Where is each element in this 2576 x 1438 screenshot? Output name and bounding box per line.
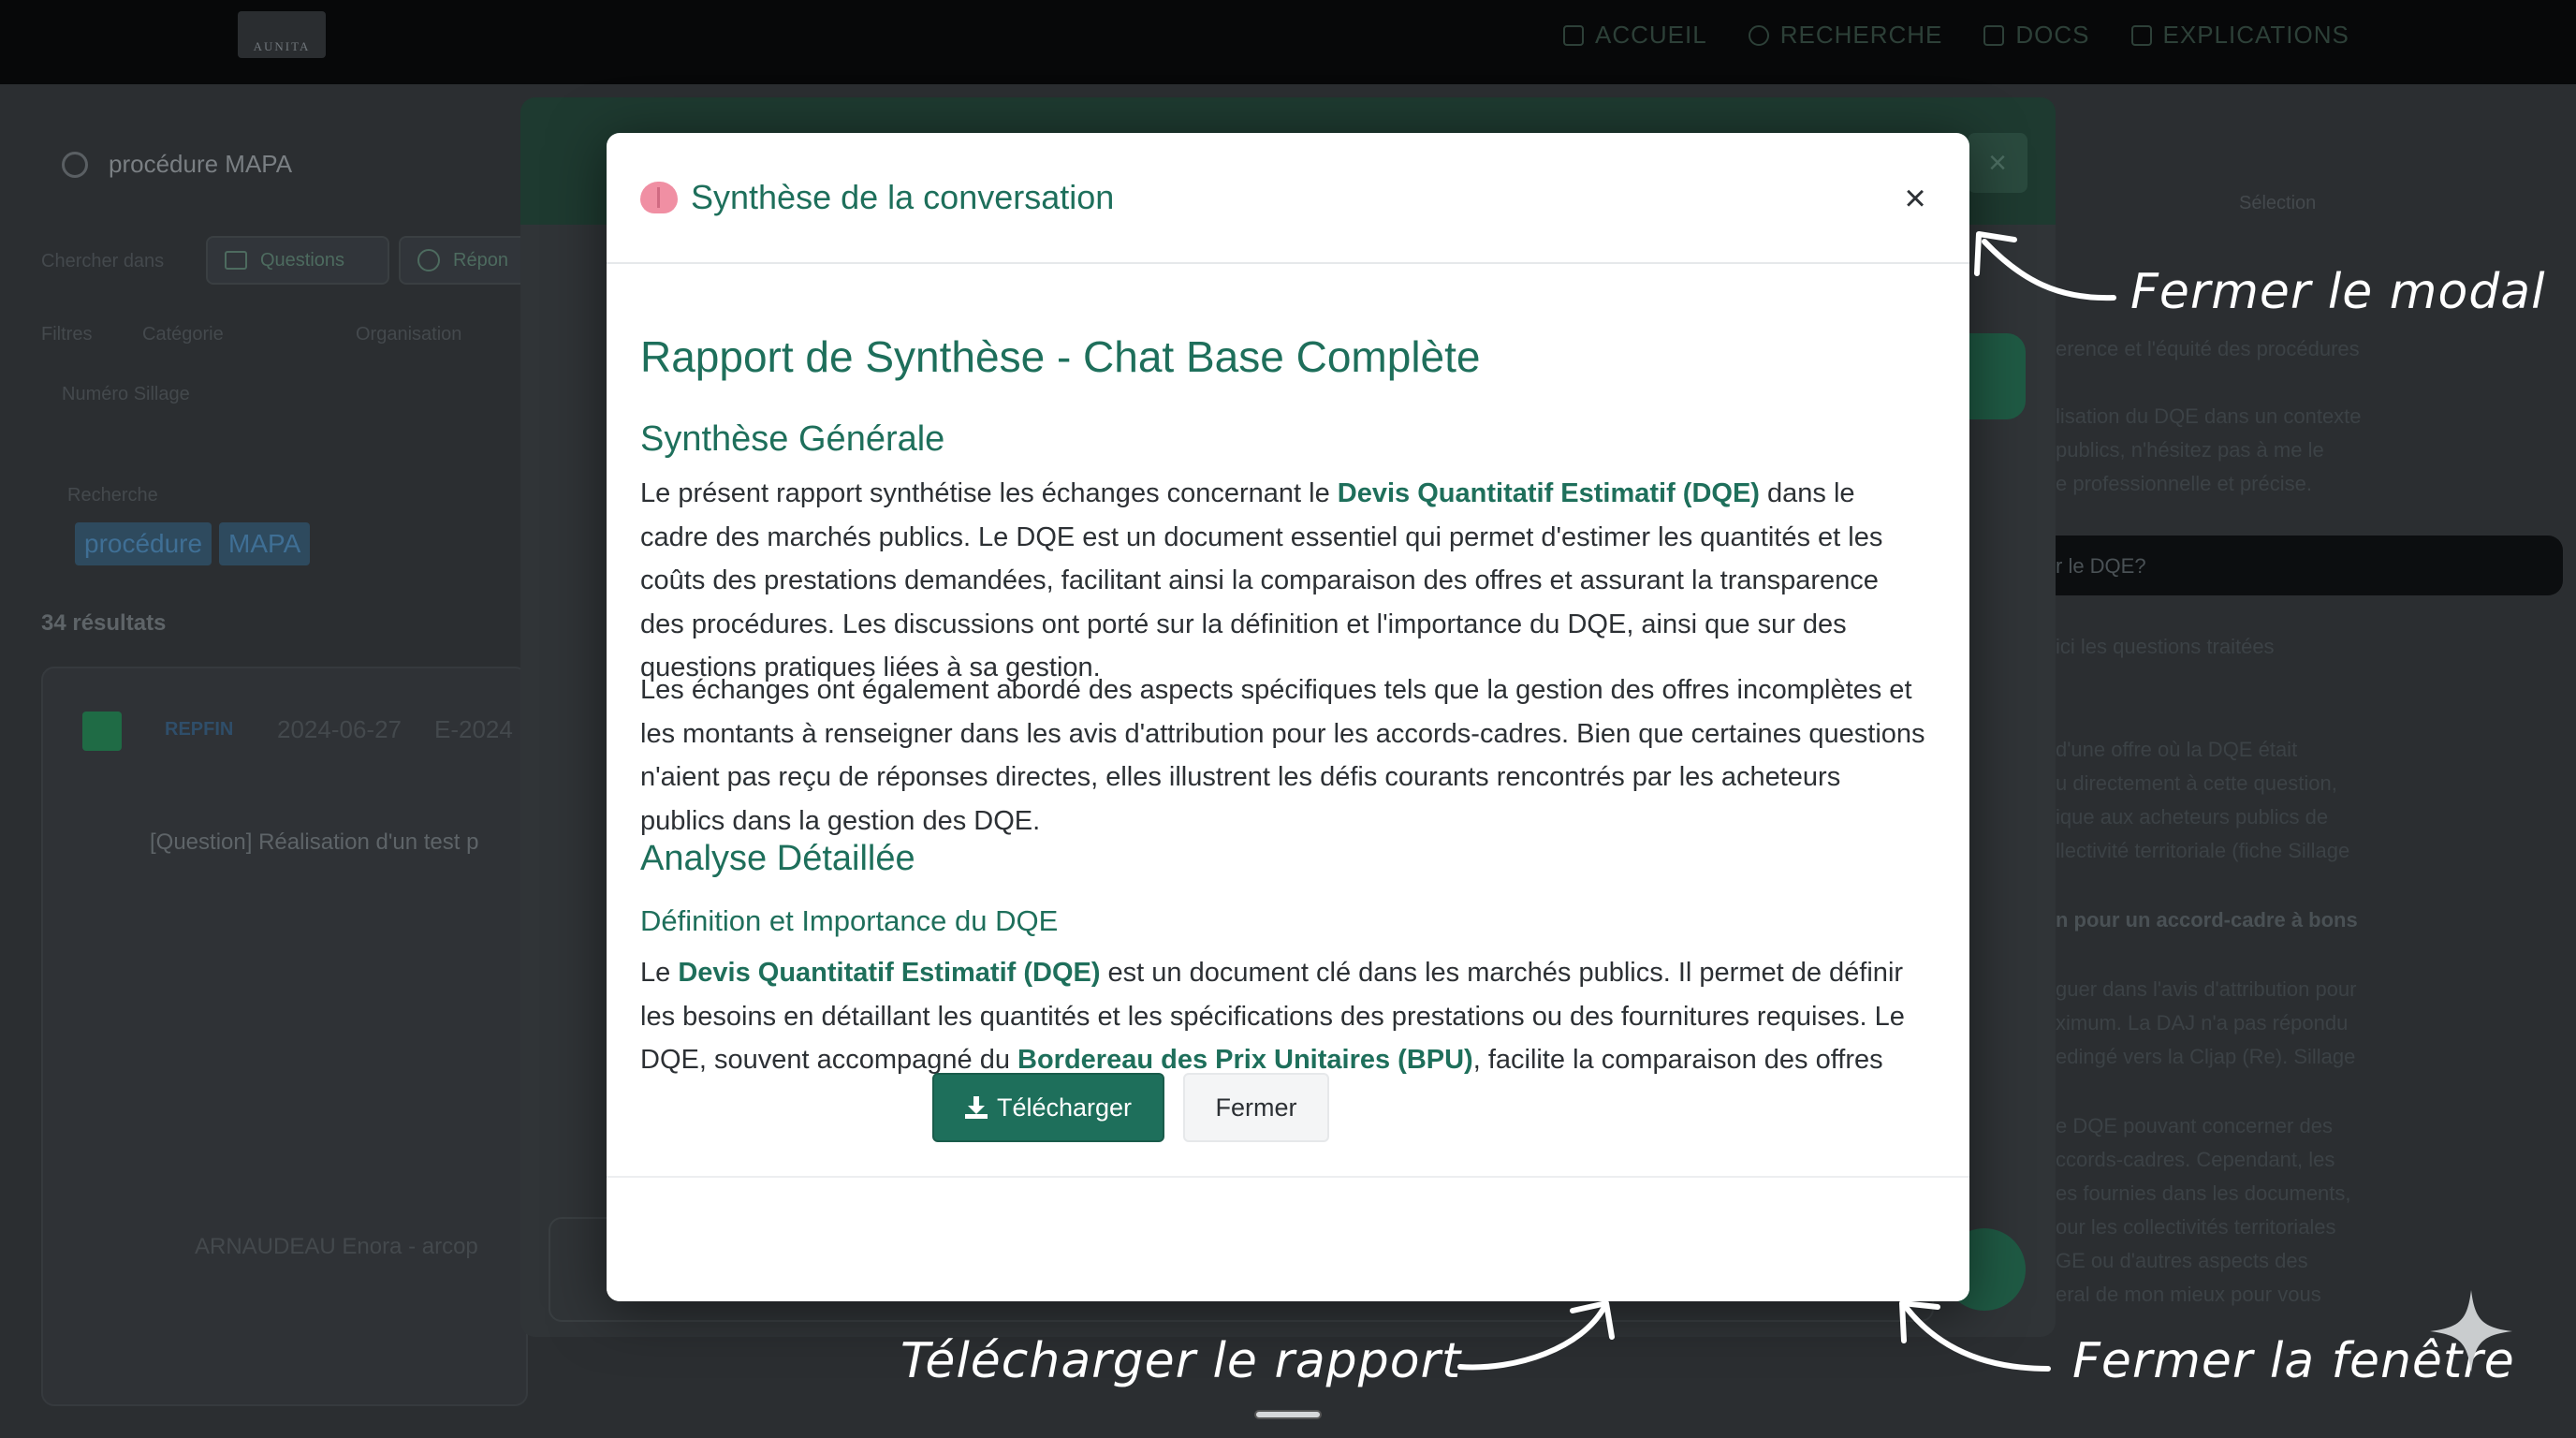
annotation-close-modal: Fermer le modal [2130,264,2546,320]
right-text-line: ici les questions traitées [2056,635,2275,658]
modal-footer [607,1176,1969,1301]
right-text-line: guer dans l'avis d'attribution pour [2056,977,2357,1001]
download-button[interactable]: Télécharger [932,1073,1164,1142]
right-text-line: e DQE pouvant concerner des [2056,1114,2333,1137]
brain-icon [640,182,678,213]
download-icon [964,1096,988,1119]
main-nav: ACCUEIL RECHERCHE DOCS EXPLICATIONS [1563,21,2349,50]
chat-dialog-close-button[interactable]: × [1968,133,2027,193]
search-label: Recherche [67,485,158,506]
result-card[interactable] [41,667,528,1406]
annotation-download-report: Télécharger le rapport [900,1333,1462,1389]
section-synthese-generale: Synthèse Générale [640,419,945,459]
filters-label: Filtres [41,324,93,345]
right-text-line: erence et l'équité des procédures [2056,337,2360,360]
right-text-line: edingé vers la Cljap (Re). Sillage [2056,1045,2356,1068]
modal-body[interactable]: Rapport de Synthèse - Chat Base Complète… [640,264,1932,1301]
book-icon [2130,24,2152,46]
report-title: Rapport de Synthèse - Chat Base Complète [640,332,1481,381]
home-indicator [1254,1410,1322,1419]
right-text-line: ccords-cadres. Cependant, les [2056,1148,2335,1171]
right-text-line: our les collectivités territoriales [2056,1215,2336,1239]
paragraph-3: Le Devis Quantitatif Estimatif (DQE) est… [640,958,1905,1075]
right-text-line: d'une offre où la DQE était [2056,738,2298,761]
bubble-icon [417,249,440,271]
sparkle-icon [2430,1290,2512,1372]
modal-title: Synthèse de la conversation [691,178,1115,216]
subsection-definition-dqe: Définition et Importance du DQE [640,904,1059,937]
modal-close-button[interactable]: × [1895,178,1936,219]
card-source: REPFIN [165,719,234,740]
nav-docs[interactable]: DOCS [1983,21,2089,50]
section-analyse-detaillee: Analyse Détaillée [640,839,915,878]
card-author: ARNAUDEAU Enora - arcop [195,1234,478,1259]
home-icon [1563,24,1584,46]
selection-label[interactable]: Sélection [2239,193,2316,214]
close-button[interactable]: Fermer [1183,1073,1329,1142]
nav-explications[interactable]: EXPLICATIONS [2130,21,2349,50]
right-text-line: publics, n'hésitez pas à me le [2056,438,2324,462]
right-text-line: es fournies dans les documents, [2056,1181,2351,1205]
right-text-line: r le DQE? [2056,554,2146,578]
right-text-line: e professionnelle et précise. [2056,472,2312,495]
right-text-line: eral de mon mieux pour vous [2056,1283,2321,1306]
card-date: 2024-06-27 [277,715,402,743]
right-text-line: ximum. La DAJ n'a pas répondu [2056,1011,2349,1034]
right-text-line: llectivité territoriale (fiche Sillage [2056,839,2350,862]
chip-reponses[interactable]: Répon [399,236,530,285]
filter-sillage[interactable]: Numéro Sillage [62,384,190,405]
document-icon [1983,24,2005,46]
right-text-line: ique aux acheteurs publics de [2056,805,2329,829]
search-in-label: Chercher dans [41,251,165,271]
app-logo[interactable]: AUNITA [238,11,326,58]
paragraph-2: Les échanges ont également abordé des as… [640,675,1925,836]
screen: AUNITA ACCUEIL RECHERCHE DOCS EXPLICATIO… [0,0,2576,1438]
right-text-line: GE ou d'autres aspects des [2056,1249,2308,1272]
right-text-line: u directement à cette question, [2056,771,2337,795]
nav-accueil[interactable]: ACCUEIL [1563,21,1707,50]
paragraph-1: Le présent rapport synthétise les échang… [640,478,1883,682]
modal-header: Synthèse de la conversation × [607,133,1969,264]
filter-organisation[interactable]: Organisation [356,324,461,345]
search-bar[interactable]: procédure MAPA [62,150,292,179]
search-icon [1748,24,1769,46]
top-navigation-bar: AUNITA ACCUEIL RECHERCHE DOCS EXPLICATIO… [0,0,2576,84]
results-count: 34 résultats [41,610,167,636]
card-title[interactable]: [Question] Réalisation d'un test p [150,829,478,856]
chip-questions[interactable]: Questions [206,236,389,285]
filter-category[interactable]: Catégorie [142,324,224,345]
search-icon [62,151,88,178]
result-checkbox[interactable] [82,712,122,751]
nav-recherche[interactable]: RECHERCHE [1748,21,1943,50]
right-text-line: lisation du DQE dans un contexte [2056,404,2362,428]
tag-mapa[interactable]: MAPA [219,522,311,565]
chat-icon [225,251,247,270]
tag-procedure[interactable]: procédure [75,522,212,565]
search-query: procédure MAPA [109,150,293,178]
right-text-line: n pour un accord-cadre à bons [2056,908,2358,932]
card-ref: E-2024 [434,715,513,743]
